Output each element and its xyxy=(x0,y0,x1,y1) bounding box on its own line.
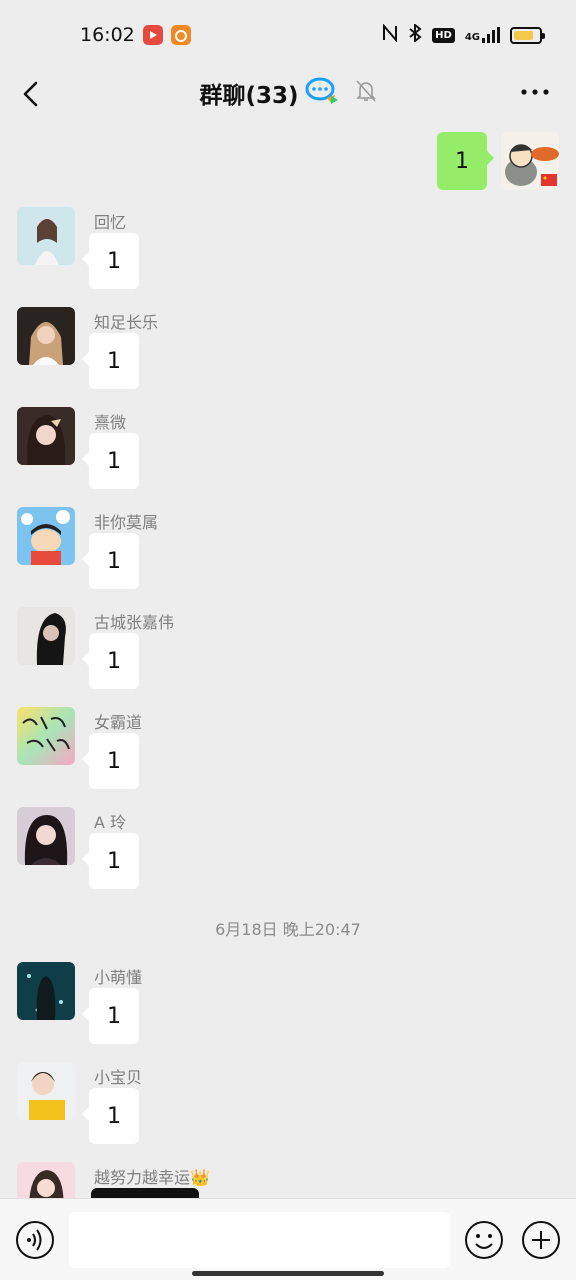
message-row: 小宝贝 1 xyxy=(0,1062,576,1162)
message-bubble[interactable]: 1 xyxy=(82,833,139,889)
message-bubble[interactable]: 1 xyxy=(82,433,139,489)
message-row: 女霸道 1 xyxy=(0,707,576,807)
message-input[interactable] xyxy=(69,1212,450,1268)
avatar[interactable] xyxy=(17,1162,75,1198)
message-bubble[interactable]: 1 xyxy=(82,333,139,389)
sender-name: 非你莫属 xyxy=(94,513,159,532)
battery-icon xyxy=(510,26,545,44)
message-row: A 玲 1 xyxy=(0,807,576,907)
avatar[interactable] xyxy=(17,207,75,265)
bell-off-icon[interactable] xyxy=(355,79,377,107)
message-row: 古城张嘉伟 1 xyxy=(0,607,576,707)
message-row: 非你莫属 1 xyxy=(0,507,576,607)
sender-name: 小宝贝 xyxy=(94,1068,143,1087)
signal-icon: 4G xyxy=(465,27,500,43)
home-indicator xyxy=(192,1271,384,1276)
input-bar xyxy=(0,1198,576,1280)
message-bubble[interactable]: 1 xyxy=(82,988,139,1044)
sender-name: 古城张嘉伟 xyxy=(94,613,175,632)
sender-name: 回忆 xyxy=(94,213,127,232)
message-bubble[interactable]: 1 xyxy=(82,233,139,289)
message-row: 小萌懂 1 xyxy=(0,962,576,1062)
outgoing-bubble[interactable]: 1 xyxy=(437,132,494,190)
chat-title[interactable]: 群聊(33) xyxy=(199,76,298,110)
avatar[interactable] xyxy=(17,1062,75,1120)
voice-icon[interactable] xyxy=(15,1220,55,1260)
message-row: 回忆 1 xyxy=(0,207,576,307)
title-group: 群聊(33) xyxy=(0,76,576,110)
my-avatar[interactable] xyxy=(501,132,559,190)
message-list[interactable]: 1 回忆 1 知足长乐 1 熹微 1 非你莫属 1 古城张嘉伟 1 女霸道 1 … xyxy=(0,122,576,1198)
message-bubble[interactable]: 1 xyxy=(82,633,139,689)
clock: 16:02 xyxy=(80,24,135,46)
battery-level xyxy=(514,30,534,40)
time-divider: 6月18日 晚上20:47 xyxy=(215,920,361,939)
chat-bubble-icon xyxy=(305,76,339,110)
sender-name: 女霸道 xyxy=(94,713,143,732)
message-row: 熹微 1 xyxy=(0,407,576,507)
hd-badge: HD xyxy=(432,27,455,43)
sender-name: 知足长乐 xyxy=(94,313,159,332)
avatar[interactable] xyxy=(17,607,75,665)
more-dots-icon[interactable] xyxy=(520,82,550,102)
chat-header: 群聊(33) xyxy=(0,70,576,122)
nfc-icon xyxy=(382,23,398,46)
sender-name: 小萌懂 xyxy=(94,968,143,987)
status-icons: HD 4G xyxy=(382,22,545,46)
avatar[interactable] xyxy=(17,962,75,1020)
network-type: 4G xyxy=(464,32,480,43)
avatar[interactable] xyxy=(17,307,75,365)
message-row: 越努力越幸运👑 xyxy=(0,1162,576,1198)
bluetooth-icon xyxy=(408,22,422,46)
sender-name: 熹微 xyxy=(94,413,127,432)
sender-name: A 玲 xyxy=(94,813,127,832)
avatar[interactable] xyxy=(17,507,75,565)
message-bubble-partial[interactable] xyxy=(91,1188,199,1198)
message-bubble[interactable]: 1 xyxy=(82,733,139,789)
browser-app-icon xyxy=(171,25,191,45)
emoji-icon[interactable] xyxy=(464,1220,504,1260)
avatar[interactable] xyxy=(17,707,75,765)
message-row: 知足长乐 1 xyxy=(0,307,576,407)
status-bar: 16:02 HD 4G xyxy=(0,0,576,70)
avatar[interactable] xyxy=(17,407,75,465)
plus-icon[interactable] xyxy=(521,1220,561,1260)
message-bubble[interactable]: 1 xyxy=(82,1088,139,1144)
avatar[interactable] xyxy=(17,807,75,865)
outgoing-message: 1 xyxy=(0,122,576,202)
message-bubble[interactable]: 1 xyxy=(82,533,139,589)
sender-name: 越努力越幸运👑 xyxy=(94,1168,210,1187)
video-app-icon xyxy=(143,25,163,45)
